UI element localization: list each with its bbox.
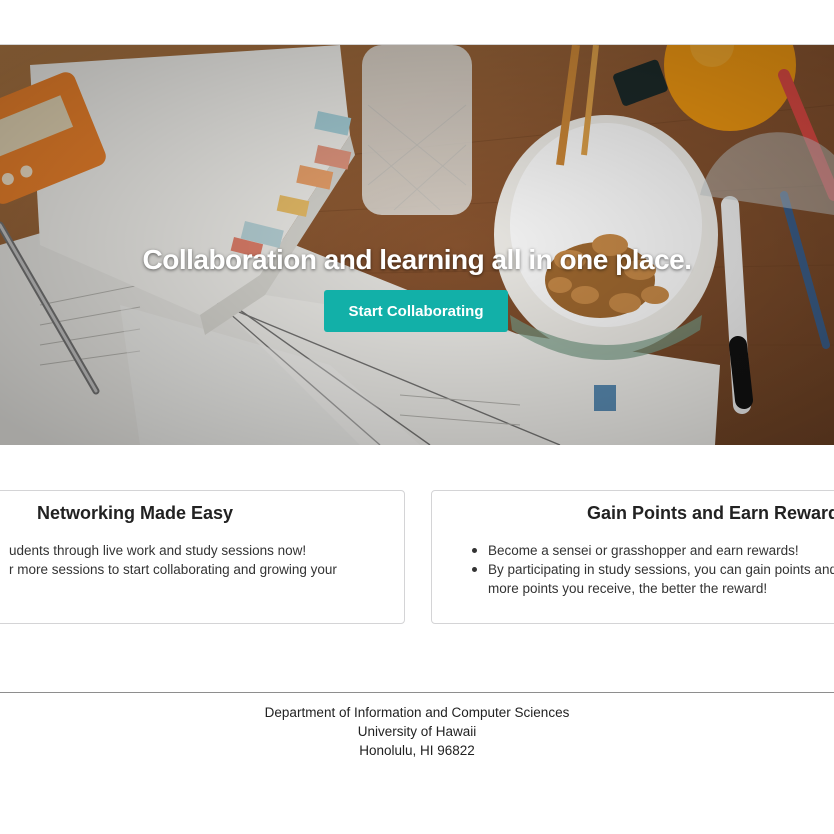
start-collaborating-button[interactable]: Start Collaborating bbox=[324, 290, 508, 332]
card-list: Become a sensei or grasshopper and earn … bbox=[468, 541, 834, 598]
feature-card-networking: Networking Made Easy udents through live… bbox=[0, 490, 405, 624]
card-list: udents through live work and study sessi… bbox=[0, 541, 389, 579]
list-item: r more sessions to start collaborating a… bbox=[9, 562, 337, 577]
list-item: Become a sensei or grasshopper and earn … bbox=[468, 541, 834, 560]
list-item: By participating in study sessions, you … bbox=[468, 560, 834, 598]
page-footer: Department of Information and Computer S… bbox=[0, 692, 834, 760]
card-title: Networking Made Easy bbox=[37, 503, 234, 523]
footer-university: University of Hawaii bbox=[357, 724, 477, 739]
footer-department: Department of Information and Computer S… bbox=[264, 705, 570, 720]
top-navbar bbox=[0, 0, 834, 45]
hero-banner: Collaboration and learning all in one pl… bbox=[0, 45, 834, 445]
list-item: udents through live work and study sessi… bbox=[9, 543, 307, 558]
card-title: Gain Points and Earn Rewards bbox=[587, 503, 834, 523]
hero-title: Collaboration and learning all in one pl… bbox=[142, 243, 692, 275]
list-item-line: more points you receive, the better the … bbox=[488, 581, 768, 596]
feature-card-rewards: Gain Points and Earn Rewards Become a se… bbox=[431, 490, 834, 624]
list-item-line: By participating in study sessions, you … bbox=[488, 562, 834, 577]
footer-address: Honolulu, HI 96822 bbox=[359, 743, 475, 758]
